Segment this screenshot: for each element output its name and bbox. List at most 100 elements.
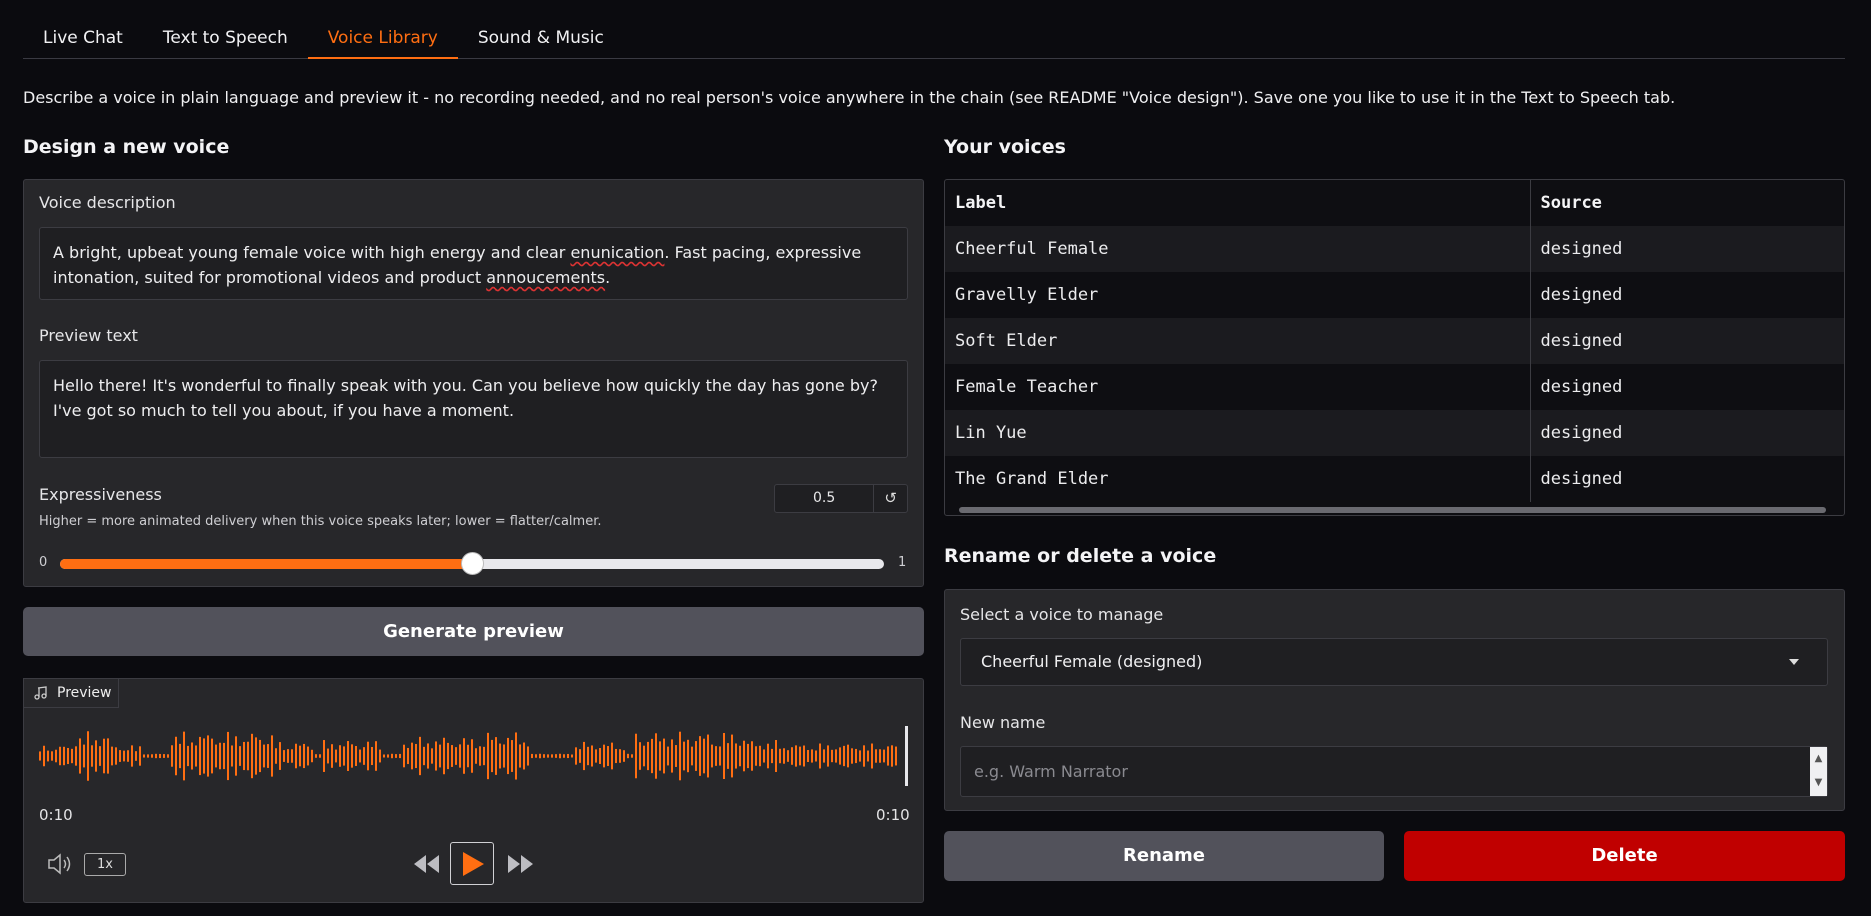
- new-name-placeholder: e.g. Warm Narrator: [974, 762, 1128, 781]
- preview-text-field[interactable]: Hello there! It's wonderful to finally s…: [39, 360, 908, 458]
- tab-voice-library[interactable]: Voice Library: [307, 22, 458, 59]
- waveform-bar: [855, 748, 857, 764]
- table-row[interactable]: Gravelly Elder designed: [945, 272, 1844, 318]
- waveform-bar: [567, 753, 569, 759]
- delete-button[interactable]: Delete: [1404, 831, 1845, 881]
- volume-icon[interactable]: [46, 852, 74, 876]
- column-header-label[interactable]: Label: [945, 180, 1531, 226]
- cell-source[interactable]: designed: [1530, 456, 1844, 502]
- waveform-bar: [551, 754, 553, 758]
- playhead[interactable]: [905, 726, 908, 786]
- waveform[interactable]: [39, 720, 909, 792]
- table-row[interactable]: Cheerful Female designed: [945, 226, 1844, 272]
- generate-preview-button[interactable]: Generate preview: [23, 607, 924, 656]
- rewind-icon[interactable]: [411, 853, 441, 875]
- waveform-bar: [191, 742, 193, 770]
- table-row[interactable]: Lin Yue designed: [945, 410, 1844, 456]
- expressiveness-hint: Higher = more animated delivery when thi…: [39, 514, 602, 529]
- waveform-bar: [239, 746, 241, 766]
- cell-label[interactable]: Gravelly Elder: [945, 272, 1531, 318]
- waveform-bar: [95, 740, 97, 772]
- waveform-bar: [123, 750, 125, 762]
- cell-label[interactable]: Soft Elder: [945, 318, 1531, 364]
- expressiveness-number[interactable]: 0.5 ↺: [774, 484, 908, 513]
- waveform-bar: [663, 738, 665, 774]
- waveform-bar: [223, 742, 225, 770]
- playback-rate-button[interactable]: 1x: [84, 853, 126, 876]
- slider-thumb[interactable]: [461, 552, 484, 575]
- waveform-bar: [643, 745, 645, 767]
- waveform-bar: [99, 746, 101, 766]
- waveform-bar: [63, 746, 65, 766]
- waveform-bar: [823, 749, 825, 763]
- waveform-bar: [691, 746, 693, 766]
- waveform-bar: [399, 753, 401, 759]
- spin-up-icon[interactable]: ▲: [1810, 747, 1827, 771]
- select-voice-label: Select a voice to manage: [960, 605, 1164, 624]
- cell-source[interactable]: designed: [1530, 226, 1844, 272]
- table-row[interactable]: The Grand Elder designed: [945, 456, 1844, 502]
- fast-forward-icon[interactable]: [506, 853, 536, 875]
- waveform-bar: [667, 746, 669, 766]
- waveform-bar: [127, 750, 129, 762]
- waveform-bar: [71, 748, 73, 764]
- expressiveness-slider[interactable]: [60, 552, 884, 575]
- cell-source[interactable]: designed: [1530, 364, 1844, 410]
- slider-max-label: 1: [898, 555, 907, 570]
- tab-live-chat[interactable]: Live Chat: [23, 22, 143, 59]
- waveform-bar: [387, 754, 389, 758]
- number-spinner[interactable]: ▲ ▼: [1810, 747, 1827, 796]
- waveform-bar: [163, 754, 165, 758]
- waveform-bar: [287, 749, 289, 763]
- waveform-bar: [51, 751, 53, 761]
- waveform-bar: [423, 746, 425, 766]
- waveform-bar: [403, 744, 405, 768]
- waveform-bar: [479, 746, 481, 766]
- cell-label[interactable]: The Grand Elder: [945, 456, 1531, 502]
- waveform-bar: [207, 735, 209, 777]
- waveform-bar: [347, 741, 349, 771]
- new-name-input[interactable]: e.g. Warm Narrator ▲ ▼: [960, 746, 1828, 797]
- table-row[interactable]: Female Teacher designed: [945, 364, 1844, 410]
- play-button[interactable]: [450, 842, 494, 885]
- waveform-bar: [775, 740, 777, 772]
- chevron-down-icon: [1789, 659, 1799, 665]
- tab-text-to-speech[interactable]: Text to Speech: [143, 22, 308, 59]
- cell-source[interactable]: designed: [1530, 410, 1844, 456]
- tab-sound-music[interactable]: Sound & Music: [458, 22, 624, 59]
- waveform-bar: [559, 753, 561, 759]
- waveform-bar: [827, 745, 829, 767]
- cell-label[interactable]: Cheerful Female: [945, 226, 1531, 272]
- waveform-bar: [791, 747, 793, 765]
- cell-source[interactable]: designed: [1530, 318, 1844, 364]
- waveform-bar: [59, 746, 61, 766]
- voice-description-field[interactable]: A bright, upbeat young female voice with…: [39, 227, 908, 300]
- expressiveness-value[interactable]: 0.5: [775, 485, 875, 512]
- rename-button[interactable]: Rename: [944, 831, 1384, 881]
- waveform-bar: [523, 742, 525, 770]
- waveform-bar: [571, 754, 573, 758]
- column-header-source[interactable]: Source: [1530, 180, 1844, 226]
- waveform-bar: [539, 753, 541, 759]
- cell-label[interactable]: Female Teacher: [945, 364, 1531, 410]
- waveform-bar: [391, 753, 393, 759]
- waveform-bar: [543, 754, 545, 758]
- waveform-bar: [355, 746, 357, 766]
- table-row[interactable]: Soft Elder designed: [945, 318, 1844, 364]
- waveform-bar: [415, 743, 417, 769]
- spin-down-icon[interactable]: ▼: [1810, 771, 1827, 795]
- voice-select[interactable]: Cheerful Female (designed): [960, 638, 1828, 686]
- waveform-bar: [639, 742, 641, 770]
- waveform-bar: [763, 749, 765, 763]
- waveform-bar: [243, 741, 245, 771]
- reset-icon[interactable]: ↺: [874, 485, 907, 512]
- waveform-bar: [887, 746, 889, 766]
- waveform-bar: [167, 754, 169, 758]
- waveform-bar: [299, 745, 301, 767]
- waveform-bar: [375, 741, 377, 771]
- cell-source[interactable]: designed: [1530, 272, 1844, 318]
- waveform-bar: [707, 734, 709, 778]
- cell-label[interactable]: Lin Yue: [945, 410, 1531, 456]
- waveform-bar: [467, 744, 469, 768]
- table-scrollbar[interactable]: [959, 507, 1826, 513]
